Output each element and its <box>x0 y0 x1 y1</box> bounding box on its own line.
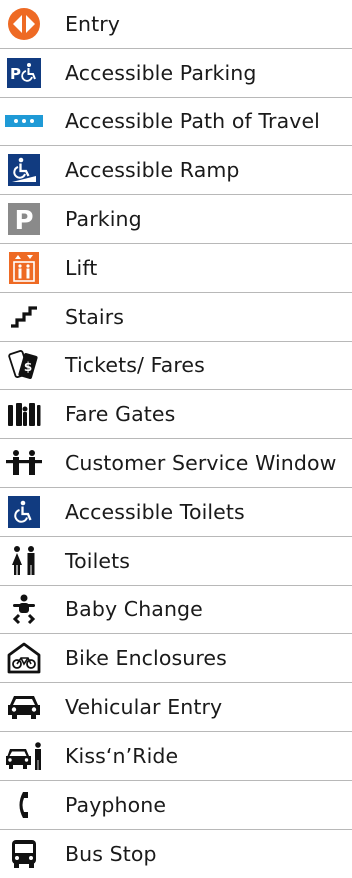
legend-item-baby-change: Baby Change <box>0 586 352 635</box>
fare-gates-icon <box>5 397 43 431</box>
stairs-icon <box>5 300 43 334</box>
legend-label: Parking <box>65 207 142 232</box>
kiss-and-ride-icon <box>5 739 43 773</box>
legend-item-payphone: Payphone <box>0 781 352 830</box>
payphone-icon <box>5 788 43 822</box>
legend-label: Lift <box>65 255 98 280</box>
accessible-ramp-icon <box>5 153 43 187</box>
legend-item-stairs: Stairs <box>0 293 352 342</box>
legend-label: Bus Stop <box>65 841 157 866</box>
legend-item-lift: Lift <box>0 244 352 293</box>
toilets-icon <box>5 544 43 578</box>
legend-label: Baby Change <box>65 597 203 622</box>
svg-text:P: P <box>14 206 33 235</box>
accessible-parking-icon: P <box>5 56 43 90</box>
legend-item-kiss-and-ride: Kiss‘n’Ride <box>0 732 352 781</box>
accessible-toilets-icon <box>5 495 43 529</box>
legend-item-bus-stop: Bus Stop <box>0 830 352 878</box>
parking-icon: P <box>5 202 43 236</box>
legend-item-entry: Entry <box>0 0 352 49</box>
legend-label: Stairs <box>65 304 125 329</box>
legend-item-accessible-parking: P Accessible Parking <box>0 49 352 98</box>
tickets-icon: $ <box>5 348 43 382</box>
legend-item-customer-service: Customer Service Window <box>0 439 352 488</box>
legend-item-accessible-ramp: Accessible Ramp <box>0 146 352 196</box>
legend-label: Accessible Ramp <box>65 158 240 183</box>
legend-item-parking: P Parking <box>0 195 352 244</box>
legend: Entry P Accessible Parking Accessible Pa… <box>0 0 352 878</box>
legend-label: Toilets <box>65 548 131 573</box>
legend-item-bike-enclosure: Bike Enclosures <box>0 634 352 684</box>
legend-item-vehicular-entry: Vehicular Entry <box>0 683 352 732</box>
svg-text:P: P <box>10 65 21 83</box>
legend-item-tickets: $ Tickets/ Fares <box>0 342 352 391</box>
customer-service-icon <box>5 446 43 480</box>
legend-item-accessible-path: Accessible Path of Travel <box>0 98 352 147</box>
legend-item-fare-gates: Fare Gates <box>0 390 352 440</box>
legend-item-accessible-toilets: Accessible Toilets <box>0 488 352 537</box>
legend-label: Tickets/ Fares <box>65 353 205 378</box>
legend-label: Payphone <box>65 792 167 817</box>
baby-change-icon <box>5 592 43 626</box>
legend-label: Vehicular Entry <box>65 695 223 720</box>
legend-label: Kiss‘n’Ride <box>65 743 179 768</box>
legend-label: Bike Enclosures <box>65 646 227 671</box>
legend-label: Accessible Path of Travel <box>65 109 320 134</box>
entry-icon <box>5 7 43 41</box>
legend-label: Accessible Parking <box>65 60 257 85</box>
lift-icon <box>5 251 43 285</box>
accessible-path-icon <box>5 104 43 138</box>
bike-enclosure-icon <box>5 641 43 675</box>
legend-label: Fare Gates <box>65 402 176 427</box>
bus-icon <box>5 837 43 871</box>
legend-label: Entry <box>65 11 121 36</box>
svg-text:$: $ <box>24 360 32 374</box>
car-icon <box>5 690 43 724</box>
legend-label: Accessible Toilets <box>65 499 245 524</box>
legend-label: Customer Service Window <box>65 451 337 476</box>
legend-item-toilets: Toilets <box>0 537 352 586</box>
